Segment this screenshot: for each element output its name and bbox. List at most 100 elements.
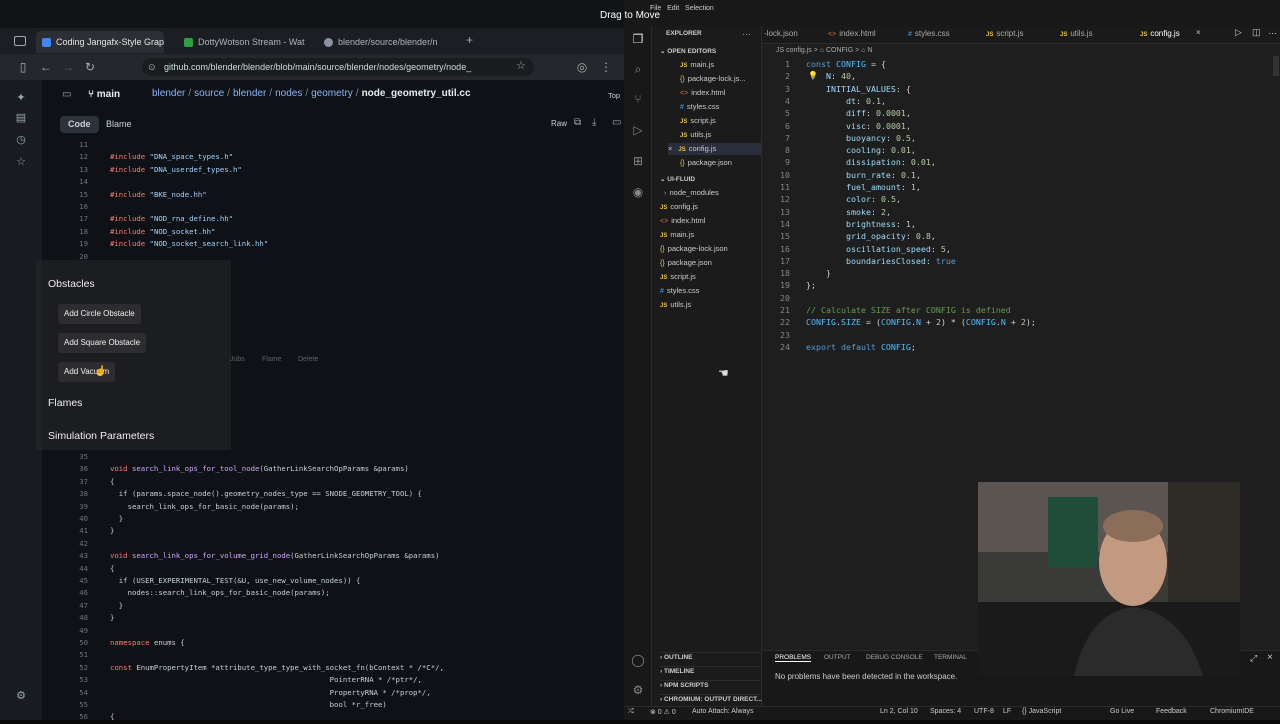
drag-to-move-overlay[interactable]: Drag to Move xyxy=(600,10,690,26)
explorer-collapsed-section[interactable]: › CHROMIUM: OUTPUT DIRECT... xyxy=(660,694,764,703)
editor-breadcrumb[interactable]: JS config.js > ⌂ CONFIG > ⌂ N xyxy=(776,47,872,54)
eol[interactable]: LF xyxy=(1003,708,1011,715)
breadcrumb-item[interactable]: geometry xyxy=(311,88,353,99)
tab-output[interactable]: OUTPUT xyxy=(824,654,851,661)
maximize-panel-icon[interactable]: ⤢ xyxy=(1250,653,1257,664)
site-info-icon[interactable]: ⊙ xyxy=(148,58,156,76)
forward-arrow-icon[interactable]: → xyxy=(60,59,76,75)
remote-icon[interactable]: ⤮ xyxy=(628,708,634,716)
editor-tab[interactable]: <> index.html xyxy=(828,28,876,40)
breadcrumb-item[interactable]: nodes xyxy=(275,88,302,99)
search-icon[interactable]: ⌕ xyxy=(630,61,646,77)
split-editor-icon[interactable]: ◫ xyxy=(1252,27,1261,38)
breadcrumb-item[interactable]: source xyxy=(194,88,224,99)
history-icon[interactable]: ◷ xyxy=(13,132,29,148)
explorer-collapsed-section[interactable]: › OUTLINE xyxy=(660,652,764,661)
breadcrumb-item[interactable]: blender xyxy=(233,88,266,99)
browser-tab-coding[interactable]: Coding Jangafx-Style Graphi xyxy=(36,31,164,53)
extensions-icon[interactable]: ⊞ xyxy=(630,153,646,169)
back-arrow-icon[interactable]: ← xyxy=(38,59,54,75)
auto-attach-status[interactable]: Auto Attach: Always xyxy=(692,708,753,715)
project-file-item[interactable]: › node_modules xyxy=(664,187,764,199)
editor-scrollbar[interactable] xyxy=(1273,56,1279,76)
project-file-item[interactable]: JS main.js xyxy=(660,229,760,241)
tab-terminal[interactable]: TERMINAL xyxy=(934,654,967,661)
open-editor-item[interactable]: × JS config.js xyxy=(668,143,768,155)
menu-file[interactable]: File xyxy=(650,5,661,12)
project-file-item[interactable]: JS utils.js xyxy=(660,299,760,311)
bookmark-star-icon[interactable]: ☆ xyxy=(516,59,526,72)
chromium-icon[interactable]: ◉ xyxy=(630,184,646,200)
settings-gear-icon[interactable]: ⚙ xyxy=(13,688,29,704)
close-tab-icon[interactable]: × xyxy=(1196,28,1201,37)
editor-tab[interactable]: # styles.css xyxy=(908,28,950,40)
reading-list-icon[interactable]: ▤ xyxy=(13,110,29,126)
project-file-item[interactable]: # styles.css xyxy=(660,285,760,297)
indentation[interactable]: Spaces: 4 xyxy=(930,708,961,715)
tab-debug-console[interactable]: DEBUG CONSOLE xyxy=(866,654,923,661)
files-icon[interactable]: ❐ xyxy=(630,31,646,47)
chromium-ide-status[interactable]: ChromiumIDE xyxy=(1210,708,1254,715)
address-bar[interactable]: ⊙ github.com/blender/blender/blob/main/s… xyxy=(142,58,534,76)
tab-problems[interactable]: PROBLEMS xyxy=(775,654,812,662)
faint-menu-flame: Flame xyxy=(262,356,282,363)
close-panel-icon[interactable]: × xyxy=(1267,652,1273,663)
manage-gear-icon[interactable]: ⚙ xyxy=(630,682,646,698)
obstacles-heading[interactable]: Obstacles xyxy=(48,278,95,290)
sidebar-toggle-icon[interactable]: ▯ xyxy=(15,59,31,75)
project-file-item[interactable]: {} package-lock.json xyxy=(660,243,760,255)
add-circle-obstacle-button[interactable]: Add Circle Obstacle xyxy=(58,304,141,324)
branch-selector[interactable]: ⑂ main xyxy=(88,89,120,100)
close-icon[interactable]: × xyxy=(668,144,672,153)
tab-blame[interactable]: Blame xyxy=(98,116,140,133)
raw-button[interactable]: Raw xyxy=(551,119,567,128)
reload-icon[interactable]: ↻ xyxy=(82,59,98,75)
tab-code[interactable]: Code xyxy=(60,116,99,133)
run-icon[interactable]: ▷ xyxy=(1235,27,1242,38)
new-tab-button[interactable]: + xyxy=(466,33,473,47)
editor-tab[interactable]: -lock.json xyxy=(764,28,798,40)
run-debug-icon[interactable]: ▷ xyxy=(630,122,646,138)
cursor-position[interactable]: Ln 2, Col 10 xyxy=(880,708,918,715)
explorer-collapsed-section[interactable]: › NPM SCRIPTS xyxy=(660,680,764,689)
project-section[interactable]: ⌄ UI-FLUID xyxy=(660,175,695,183)
edit-icon[interactable]: ▭ xyxy=(612,117,621,128)
download-icon[interactable]: ⤓ xyxy=(592,117,596,128)
simulation-parameters-heading[interactable]: Simulation Parameters xyxy=(48,430,154,442)
copy-icon[interactable]: ⧉ xyxy=(574,117,581,128)
editor-tab-active[interactable]: JS config.js xyxy=(1140,28,1180,40)
project-file-item[interactable]: JS config.js xyxy=(660,201,760,213)
extension-icon[interactable]: ◎ xyxy=(574,59,590,75)
add-vacuum-button[interactable]: Add Vacuum xyxy=(58,362,116,382)
editor-tab[interactable]: JS script.js xyxy=(986,28,1023,40)
project-file-item[interactable]: JS script.js xyxy=(660,271,760,283)
favorites-icon[interactable]: ☆ xyxy=(13,154,29,170)
feedback-button[interactable]: Feedback xyxy=(1156,708,1187,715)
ai-sparkle-icon[interactable]: ✦ xyxy=(13,90,29,106)
language-mode[interactable]: {} JavaScript xyxy=(1022,708,1061,715)
encoding[interactable]: UTF-8 xyxy=(974,708,994,715)
open-editors-section[interactable]: ⌄ OPEN EDITORS xyxy=(660,47,716,55)
menu-selection[interactable]: Selection xyxy=(685,5,714,12)
more-icon[interactable]: … xyxy=(1268,26,1277,36)
go-live-button[interactable]: Go Live xyxy=(1110,708,1134,715)
editor-tab[interactable]: JS utils.js xyxy=(1060,28,1093,40)
project-file-item[interactable]: {} package.json xyxy=(660,257,760,269)
breadcrumb-item[interactable]: blender xyxy=(152,88,185,99)
explorer-collapsed-section[interactable]: › TIMELINE xyxy=(660,666,764,675)
top-link[interactable]: Top xyxy=(608,91,620,100)
file-tree-toggle-icon[interactable]: ▭ xyxy=(62,89,71,100)
menu-edit[interactable]: Edit xyxy=(667,5,679,12)
menu-icon[interactable]: ⋮ xyxy=(598,59,614,75)
flames-heading[interactable]: Flames xyxy=(48,397,82,409)
browser-tab-github[interactable]: blender/source/blender/n xyxy=(318,31,458,53)
add-square-obstacle-button[interactable]: Add Square Obstacle xyxy=(58,333,147,353)
problems-count[interactable]: ⊗ 0 ⚠ 0 xyxy=(650,708,676,716)
tab-actions-icon[interactable] xyxy=(14,36,26,46)
more-actions-icon[interactable]: … xyxy=(742,27,751,37)
account-icon[interactable]: ◯ xyxy=(630,652,646,668)
project-file-item[interactable]: <> index.html xyxy=(660,215,760,227)
source-control-icon[interactable]: ⑂ xyxy=(630,91,646,107)
line-number: 21 xyxy=(780,305,790,315)
browser-tab-stream[interactable]: DottyWotson Stream - Wat xyxy=(178,31,310,53)
